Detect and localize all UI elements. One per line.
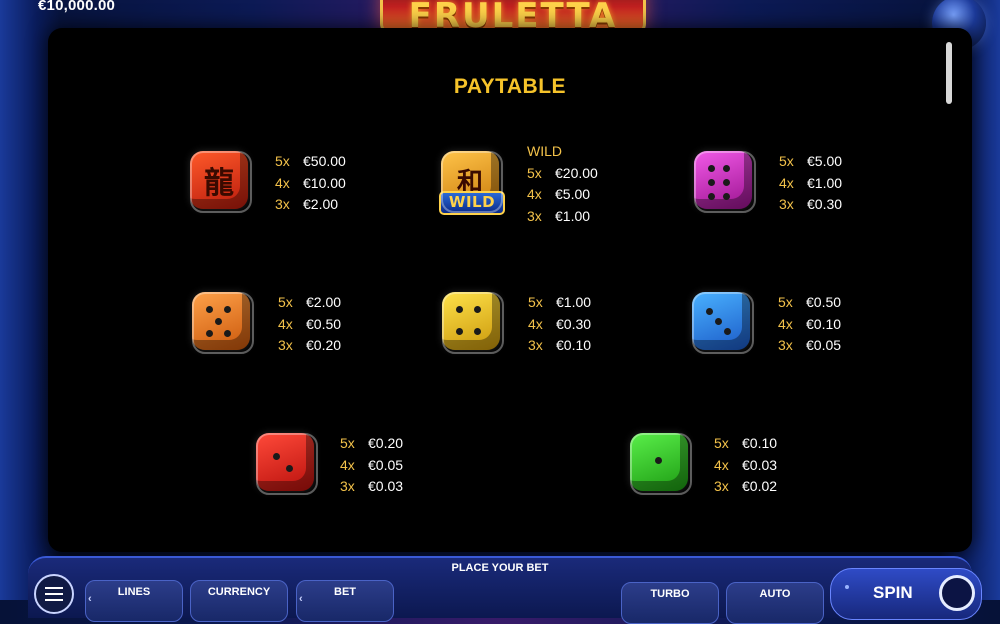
pay-row: 5x €0.50 — [778, 294, 842, 310]
pay-list: 5x €2.00 4x €0.50 3x €0.20 — [278, 292, 341, 357]
pay-row: 5x €2.00 — [278, 294, 342, 310]
spin-indicator-dot — [845, 585, 849, 589]
pay-row: 4x €1.00 — [779, 174, 843, 191]
chevron-left-icon[interactable]: ‹ — [88, 593, 92, 605]
pay-row: 4x €10.00 — [275, 174, 346, 191]
wild-badge: WILD — [439, 191, 505, 215]
paytable-panel: PAYTABLE 龍 5x €50.00 4x €10.00 3x €2.00 和 W… — [48, 28, 972, 552]
pay-row: 3x €0.05 — [778, 337, 842, 353]
red-die-icon — [256, 433, 318, 495]
auto-button[interactable]: AUTO — [726, 582, 824, 624]
pay-row: 3x €2.00 — [275, 196, 339, 212]
pay-list: 5x €0.50 4x €0.10 3x €0.05 — [778, 292, 841, 357]
spin-button[interactable]: SPIN — [830, 568, 982, 620]
paytable-title: PAYTABLE — [453, 75, 567, 98]
hanzi-glyph-icon: 龍 — [204, 166, 234, 201]
hanzi-glyph-icon: 和 — [456, 167, 483, 198]
turbo-label: TURBO — [650, 588, 690, 600]
pay-row: 3x €0.20 — [278, 337, 342, 353]
yellow-die-icon — [442, 292, 504, 354]
wild-label: WILD — [527, 143, 562, 159]
orange-die-icon — [192, 292, 254, 354]
spin-label: SPIN — [873, 583, 913, 602]
pay-list: 5x €50.00 4x €10.00 3x €2.00 — [275, 151, 346, 216]
turbo-button[interactable]: TURBO — [621, 582, 719, 624]
green-die-icon — [630, 433, 692, 495]
pay-row: 5x €1.00 — [528, 294, 592, 310]
pay-list: 5x €1.00 4x €0.30 3x €0.10 — [528, 292, 591, 357]
lines-label: LINES — [117, 586, 151, 598]
bottom-control-bar: PLACE YOUR BET LINES ‹ CURRENCY BET ‹ TU… — [28, 556, 982, 624]
pay-row: 3x €0.02 — [714, 478, 778, 494]
bet-label: BET — [334, 586, 356, 598]
bet-control[interactable]: BET ‹ — [296, 580, 394, 622]
pay-row: 3x €1.00 — [527, 207, 591, 224]
pay-row: 3x €0.03 — [340, 478, 404, 494]
currency-label: CURRENCY — [207, 586, 271, 598]
auto-label: AUTO — [759, 588, 791, 600]
pay-row: 5x €5.00 — [779, 153, 843, 169]
pay-row: 4x €0.03 — [714, 456, 778, 473]
pay-list: 5x €0.20 4x €0.05 3x €0.03 — [340, 433, 403, 498]
red-hanzi-die-icon: 龍 — [190, 151, 252, 213]
chevron-left-icon[interactable]: ‹ — [299, 593, 303, 605]
pay-list: WILD 5x €20.00 4x €5.00 3x €1.00 — [527, 141, 598, 227]
pay-row: 5x €0.20 — [340, 435, 404, 451]
pay-row: 4x €0.30 — [528, 315, 592, 332]
pay-row: 5x €0.10 — [714, 435, 778, 451]
balance-display: €10,000.00 — [38, 0, 116, 14]
wild-die-icon: 和 WILD — [439, 151, 505, 215]
pay-row: 4x €0.05 — [340, 456, 404, 473]
pay-list: 5x €5.00 4x €1.00 3x €0.30 — [779, 151, 842, 216]
lines-control[interactable]: LINES ‹ — [85, 580, 183, 622]
blue-die-icon — [692, 292, 754, 354]
place-bet-prompt: PLACE YOUR BET — [451, 562, 549, 574]
pay-row: 5x €20.00 — [527, 164, 598, 181]
pay-row: 4x €0.50 — [278, 315, 342, 332]
pay-row: 4x €5.00 — [527, 186, 591, 202]
pay-row: 3x €0.10 — [528, 337, 592, 353]
pay-row: 5x €50.00 — [275, 153, 346, 169]
pay-list: 5x €0.10 4x €0.03 3x €0.02 — [714, 433, 777, 498]
spin-refresh-icon[interactable] — [939, 575, 975, 611]
pay-row: 3x €0.30 — [779, 196, 843, 212]
magenta-die-icon — [694, 151, 756, 213]
pay-row: 4x €0.10 — [778, 315, 842, 332]
currency-control[interactable]: CURRENCY — [190, 580, 288, 622]
menu-icon[interactable] — [34, 574, 74, 614]
